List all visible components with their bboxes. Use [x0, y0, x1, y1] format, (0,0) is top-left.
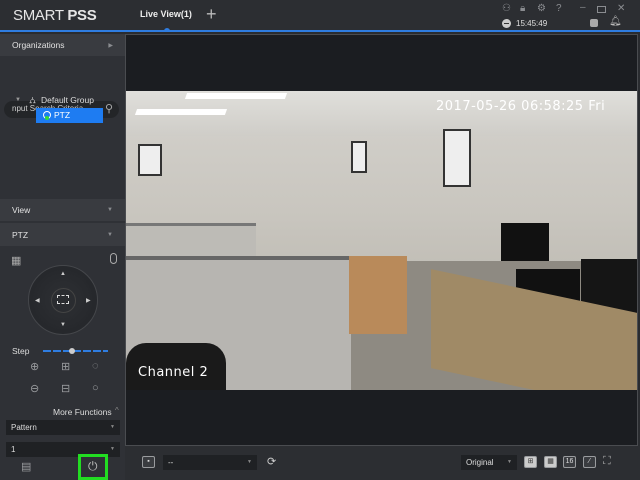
scale-select-value: Original — [466, 458, 494, 467]
fullscreen-icon[interactable]: ⛶ — [603, 455, 611, 468]
wall-poster — [138, 144, 162, 176]
ptz-label: PTZ — [12, 229, 29, 240]
zoom-out-icon[interactable]: ⊖ — [30, 382, 39, 395]
step-slider[interactable] — [43, 348, 108, 354]
refresh-play-icon[interactable]: ⟳ — [267, 455, 276, 468]
app-logo: SMART PSS — [13, 7, 97, 24]
add-tab-button[interactable]: + — [206, 4, 217, 25]
channel-label: Channel 2 — [138, 365, 209, 380]
clock: 15:45:49 — [516, 19, 548, 28]
cardboard-box — [349, 256, 407, 334]
tree-device-ptz[interactable]: PTZ — [36, 108, 103, 123]
pattern-select-value: Pattern — [11, 423, 37, 432]
monitor — [501, 223, 549, 261]
power-button[interactable]: ⏻ — [78, 454, 108, 480]
chevron-down-icon: ▼ — [107, 231, 113, 238]
chevron-down-icon: ▼ — [247, 459, 252, 465]
chevron-right-icon: ▶ — [108, 42, 113, 49]
organizations-label: Organizations — [12, 40, 65, 50]
search-icon[interactable]: ⚲ — [105, 102, 113, 115]
zoom-in-icon[interactable]: ⊕ — [30, 360, 39, 373]
layout-9-icon[interactable]: ▦ — [544, 456, 557, 468]
pattern-select[interactable]: Pattern ▼ — [6, 420, 120, 435]
online-dot — [45, 116, 49, 120]
ceiling-light — [184, 93, 288, 99]
organizations-header[interactable]: Organizations ▶ — [0, 34, 125, 56]
stream-select[interactable]: -- ▼ — [163, 455, 257, 470]
iris-open-icon[interactable]: ◌ — [92, 360, 99, 372]
chevron-down-icon: ▼ — [507, 459, 512, 465]
settings-icon[interactable]: ⚙ — [537, 3, 546, 14]
layout-switch-icon[interactable]: ▦ — [11, 254, 21, 267]
tab-live-view[interactable]: Live View(1) — [140, 9, 192, 19]
stream-select-value: -- — [168, 458, 174, 467]
device-icon[interactable] — [590, 19, 598, 27]
camera-feed: 2017-05-26 06:58:25 Fri Channel 2 — [126, 91, 637, 390]
arrow-up-icon[interactable]: ▲ — [60, 271, 66, 277]
ceiling-light — [134, 109, 228, 115]
sidebar: Organizations▶ nput Search Criteria⚲ ▼ ⛼… — [0, 34, 125, 480]
chevron-up-icon[interactable]: ^ — [115, 406, 119, 415]
number-select-value: 1 — [11, 445, 16, 454]
tree-group[interactable]: Default Group — [41, 95, 94, 105]
logo-text: SMART — [13, 7, 68, 24]
record-settings-icon[interactable]: ▤ — [21, 460, 31, 473]
alarm-bell-icon[interactable]: 🔔︎ — [609, 16, 622, 27]
layout-16-button[interactable]: 16 — [563, 456, 576, 468]
focus-far-icon[interactable]: ⊟ — [61, 382, 70, 395]
power-icon: ⏻ — [88, 459, 98, 473]
iris-close-icon[interactable]: ○ — [92, 382, 99, 394]
chevron-down-icon: ▼ — [110, 424, 115, 430]
view-header[interactable]: View ▼ — [0, 199, 125, 221]
close-icon[interactable]: ✕ — [617, 3, 625, 14]
chevron-down-icon: ▼ — [107, 207, 113, 213]
help-icon[interactable]: ? — [556, 3, 562, 14]
user-icon[interactable]: ⚇ — [502, 3, 511, 14]
layout-4-icon[interactable]: ⊞ — [524, 456, 537, 468]
view-label: View — [12, 205, 31, 215]
minimize-icon[interactable]: – — [580, 2, 586, 13]
wall-poster — [351, 141, 367, 173]
ptz-direction-pad[interactable]: ▲ ▼ ◀ ▶ — [28, 265, 98, 335]
maximize-icon[interactable] — [597, 6, 606, 13]
zoom-area-icon — [57, 295, 69, 304]
chevron-down-icon: ▼ — [110, 446, 115, 452]
step-slider-handle[interactable] — [69, 348, 76, 354]
title-bar: SMART PSS Live View(1) + ⚇ 🔒︎ ⚙ ? – ✕ 15… — [0, 0, 640, 32]
video-window[interactable]: 2017-05-26 06:58:25 Fri Channel 2 — [125, 34, 638, 446]
status-icon — [502, 19, 511, 28]
lock-icon[interactable]: 🔒︎ — [520, 3, 525, 14]
expand-icon[interactable]: ▼ — [15, 97, 21, 103]
step-label: Step — [12, 346, 30, 356]
mouse-icon[interactable] — [110, 253, 117, 264]
scale-select[interactable]: Original ▼ — [461, 455, 517, 470]
custom-layout-icon[interactable]: ⁄ — [583, 456, 596, 468]
snapshot-icon[interactable]: ▪ — [142, 456, 155, 468]
arrow-right-icon[interactable]: ▶ — [86, 297, 91, 304]
arrow-down-icon[interactable]: ▼ — [60, 322, 66, 328]
device-label: PTZ — [54, 110, 71, 120]
video-timestamp: 2017-05-26 06:58:25 Fri — [436, 99, 606, 114]
tab-active-indicator — [164, 28, 170, 32]
focus-near-icon[interactable]: ⊞ — [61, 360, 70, 373]
group-icon: ⛼ — [29, 95, 37, 105]
wall-poster — [443, 129, 471, 187]
more-functions-toggle[interactable]: More Functions — [53, 407, 112, 417]
zoom-area-button[interactable] — [51, 288, 76, 313]
logo-text-bold: PSS — [67, 7, 97, 24]
bottom-toolbar: ▪ -- ▼ ⟳ Original ▼ ⊞ ▦ 16 ⁄ ⛶ — [125, 446, 640, 480]
ptz-header[interactable]: PTZ ▼ — [0, 223, 125, 246]
arrow-left-icon[interactable]: ◀ — [35, 297, 40, 304]
